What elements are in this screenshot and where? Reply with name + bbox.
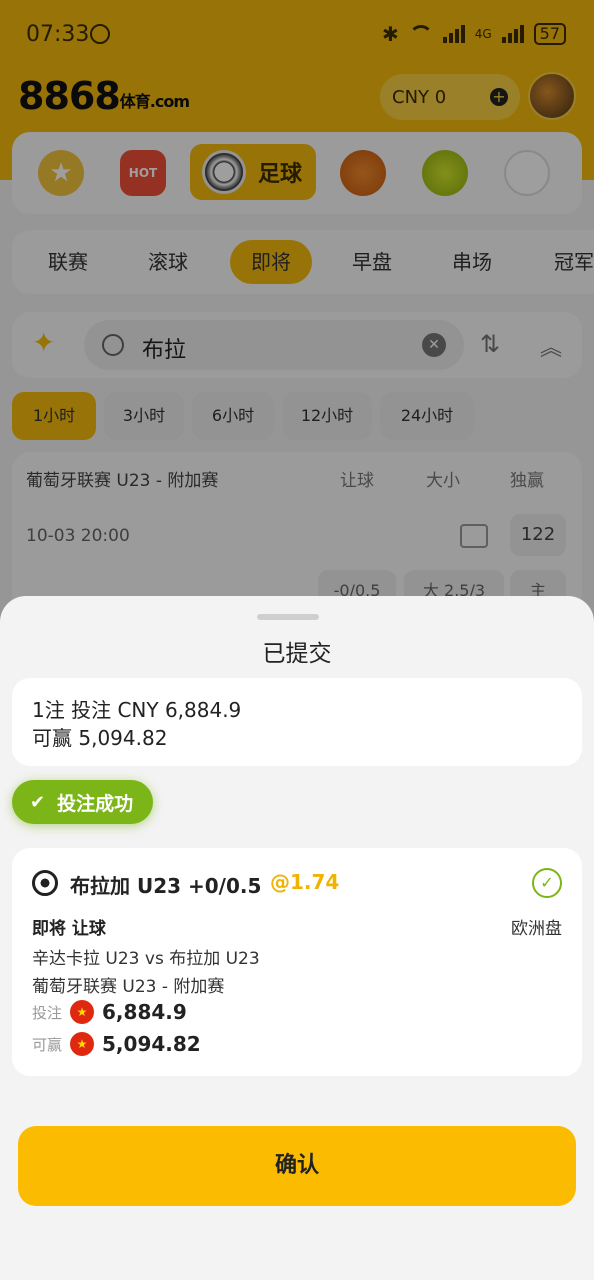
sheet-handle[interactable] [257, 614, 319, 620]
odds-format: 欧洲盘 [511, 919, 562, 939]
china-flag-icon: ★ [70, 1032, 95, 1056]
stake-amount: 6,884.9 [102, 1000, 187, 1024]
bet-submitted-sheet: 已提交 1注 投注 CNY 6,884.9 可赢 5,094.82 ✔ 投注成功… [0, 596, 594, 1280]
check-icon: ✔ [30, 791, 46, 813]
summary-stake: 1注 投注 CNY 6,884.9 [32, 698, 242, 722]
bet-summary-card: 1注 投注 CNY 6,884.9 可赢 5,094.82 [12, 678, 582, 766]
check-circle-icon: ✓ [532, 868, 562, 898]
football-icon [32, 870, 58, 896]
bet-odds: @1.74 [270, 870, 340, 894]
bet-type: 即将 让球 [32, 919, 106, 939]
confirm-button[interactable]: 确认 [18, 1126, 576, 1206]
stake-label: 投注 [32, 1003, 63, 1022]
bet-league: 葡萄牙联赛 U23 - 附加赛 [32, 977, 225, 997]
bet-teams: 辛达卡拉 U23 vs 布拉加 U23 [32, 949, 260, 969]
china-flag-icon: ★ [70, 1000, 95, 1024]
success-badge: ✔ 投注成功 [12, 780, 154, 824]
bet-selection: 布拉加 U23 +0/0.5 [70, 874, 262, 898]
bet-detail-card: 布拉加 U23 +0/0.5 @1.74 ✓ 即将 让球 欧洲盘 辛达卡拉 U2… [12, 848, 582, 1076]
win-amount: 5,094.82 [102, 1032, 201, 1056]
summary-win: 可赢 5,094.82 [32, 726, 168, 750]
stake-row: 投注 ★ 6,884.9 [32, 1000, 187, 1024]
win-label: 可赢 [32, 1035, 63, 1054]
success-label: 投注成功 [57, 792, 134, 815]
sheet-title: 已提交 [262, 641, 332, 667]
win-row: 可赢 ★ 5,094.82 [32, 1032, 201, 1056]
